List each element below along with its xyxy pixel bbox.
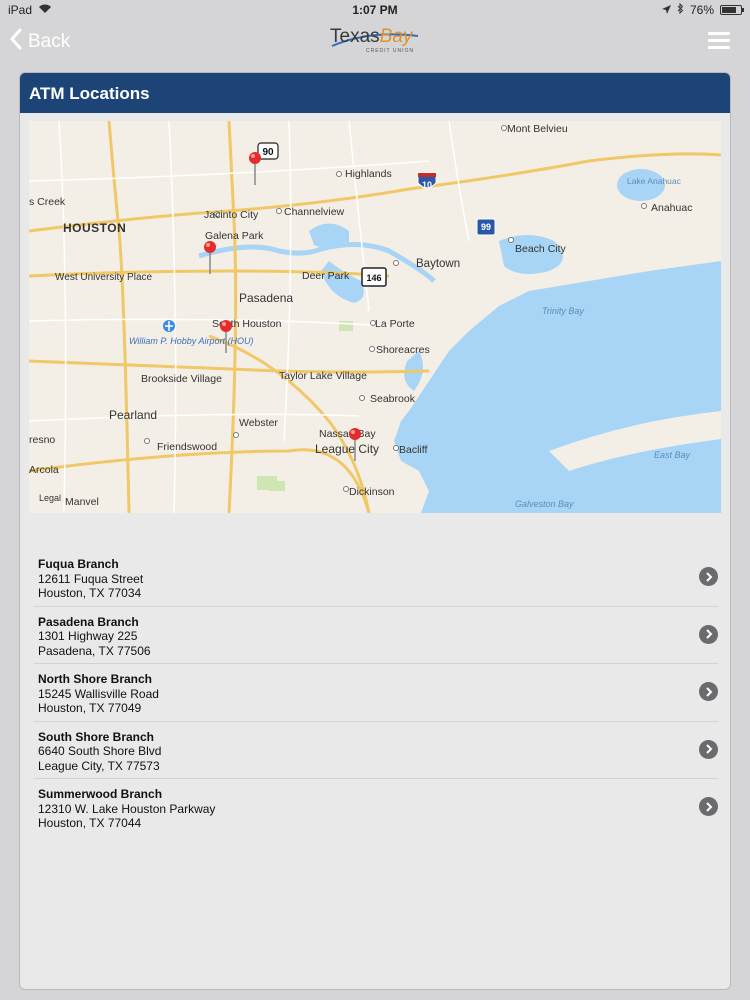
svg-text:146: 146: [366, 273, 381, 283]
svg-text:Deer Park: Deer Park: [302, 270, 350, 282]
svg-text:Channelview: Channelview: [284, 206, 345, 218]
branch-list: Fuqua Branch 12611 Fuqua Street Houston,…: [34, 549, 718, 837]
chevron-right-icon[interactable]: [699, 797, 718, 816]
svg-text:East Bay: East Bay: [654, 450, 691, 460]
list-item[interactable]: South Shore Branch 6640 South Shore Blvd…: [34, 722, 718, 779]
svg-text:Taylor Lake Village: Taylor Lake Village: [279, 370, 367, 382]
branch-street: 6640 South Shore Blvd: [38, 744, 162, 758]
svg-text:Anahuac: Anahuac: [651, 202, 692, 214]
list-item[interactable]: Pasadena Branch 1301 Highway 225 Pasaden…: [34, 607, 718, 664]
svg-text:Arcola: Arcola: [29, 464, 59, 476]
svg-text:resno: resno: [29, 434, 55, 446]
status-bar: iPad 1:07 PM 76%: [0, 0, 750, 20]
branch-city: Houston, TX 77034: [38, 586, 142, 600]
svg-text:Bacliff: Bacliff: [399, 444, 427, 456]
chevron-left-icon: [10, 28, 22, 56]
branch-street: 15245 Wallisville Road: [38, 686, 159, 701]
nav-bar: Back TexasBay CREDIT UNION: [0, 20, 750, 64]
chevron-right-icon[interactable]: [699, 624, 718, 644]
branch-name: South Shore Branch: [38, 729, 155, 744]
svg-text:Seabrook: Seabrook: [370, 393, 416, 405]
battery-percent: 76%: [689, 3, 714, 17]
battery-icon: [720, 5, 744, 15]
atm-locations-panel: ATM Locations 90 10 146 99 Mont Belvieu …: [19, 72, 731, 990]
svg-text:Jacinto City: Jacinto City: [204, 209, 259, 221]
airport-icon: [163, 320, 175, 332]
list-item[interactable]: North Shore Branch 15245 Wallisville Roa…: [34, 664, 718, 722]
svg-text:William P. Hobby Airport (HOU): William P. Hobby Airport (HOU): [129, 336, 253, 346]
panel-header: ATM Locations: [20, 73, 730, 113]
status-time: 1:07 PM: [352, 3, 398, 17]
svg-text:Shoreacres: Shoreacres: [376, 344, 430, 356]
tx146-shield: 146: [361, 267, 387, 287]
list-item[interactable]: Summerwood Branch 12310 W. Lake Houston …: [34, 779, 718, 837]
tx99-shield: 99: [476, 218, 496, 236]
branch-street: 1301 Highway 225: [38, 629, 138, 643]
svg-text:s Creek: s Creek: [29, 196, 66, 208]
svg-text:Baytown: Baytown: [416, 258, 460, 270]
svg-text:10: 10: [422, 180, 432, 190]
svg-text:99: 99: [481, 222, 491, 232]
svg-text:Mont Belvieu: Mont Belvieu: [507, 123, 568, 135]
branch-city: Houston, TX 77044: [38, 816, 142, 830]
svg-text:Highlands: Highlands: [345, 168, 392, 180]
svg-text:West University Place: West University Place: [55, 272, 153, 283]
svg-text:Brookside Village: Brookside Village: [141, 373, 222, 385]
svg-text:Trinity Bay: Trinity Bay: [542, 306, 584, 316]
branch-city: Houston, TX 77049: [38, 701, 142, 715]
svg-text:League City: League City: [315, 442, 379, 456]
list-item[interactable]: Fuqua Branch 12611 Fuqua Street Houston,…: [34, 549, 718, 607]
svg-text:Dickinson: Dickinson: [349, 486, 395, 498]
svg-text:Beach City: Beach City: [515, 243, 567, 255]
branch-street: 12310 W. Lake Houston Parkway: [38, 801, 216, 816]
bluetooth-icon: [677, 2, 684, 17]
branch-street: 12611 Fuqua Street: [38, 571, 144, 586]
svg-text:Pearland: Pearland: [109, 408, 157, 422]
branch-city: Pasadena, TX 77506: [38, 643, 151, 658]
svg-text:90: 90: [262, 147, 274, 158]
battery-fill: [722, 7, 736, 13]
chevron-right-icon[interactable]: [699, 739, 718, 759]
svg-text:Friendswood: Friendswood: [157, 441, 217, 453]
logo-wordmark: TexasBay: [330, 26, 413, 47]
svg-text:Webster: Webster: [239, 417, 278, 429]
back-label: Back: [28, 31, 71, 52]
svg-text:Nassau Bay: Nassau Bay: [319, 428, 376, 440]
svg-text:Manvel: Manvel: [65, 496, 99, 508]
menu-button[interactable]: [708, 32, 730, 50]
atm-map[interactable]: 90 10 146 99 Mont Belvieu Highlands Lake…: [29, 121, 721, 513]
svg-text:Galena Park: Galena Park: [205, 230, 264, 242]
back-button[interactable]: Back: [10, 28, 70, 56]
us90-shield: 90: [257, 142, 279, 160]
svg-text:La Porte: La Porte: [375, 318, 415, 330]
chevron-right-icon[interactable]: [699, 682, 718, 701]
location-icon: [661, 3, 671, 17]
branch-city: League City, TX 77573: [38, 758, 160, 773]
logo-subtitle: CREDIT UNION: [366, 48, 415, 54]
svg-text:Lake Anahuac: Lake Anahuac: [627, 176, 682, 186]
branch-name: Fuqua Branch: [38, 557, 119, 571]
svg-text:Galveston Bay: Galveston Bay: [515, 499, 574, 509]
branch-name: North Shore Branch: [38, 672, 153, 686]
chevron-right-icon[interactable]: [699, 567, 718, 586]
branch-name: Pasadena Branch: [38, 614, 139, 629]
hamburger-icon: [708, 32, 730, 35]
svg-text:Legal: Legal: [39, 493, 61, 503]
texas-bay-logo: TexasBay CREDIT UNION: [330, 26, 422, 58]
branch-name: Summerwood Branch: [38, 787, 163, 801]
svg-text:HOUSTON: HOUSTON: [63, 221, 126, 235]
status-right: 76%: [661, 2, 744, 17]
svg-text:Pasadena: Pasadena: [239, 291, 293, 305]
panel-title: ATM Locations: [29, 84, 150, 103]
